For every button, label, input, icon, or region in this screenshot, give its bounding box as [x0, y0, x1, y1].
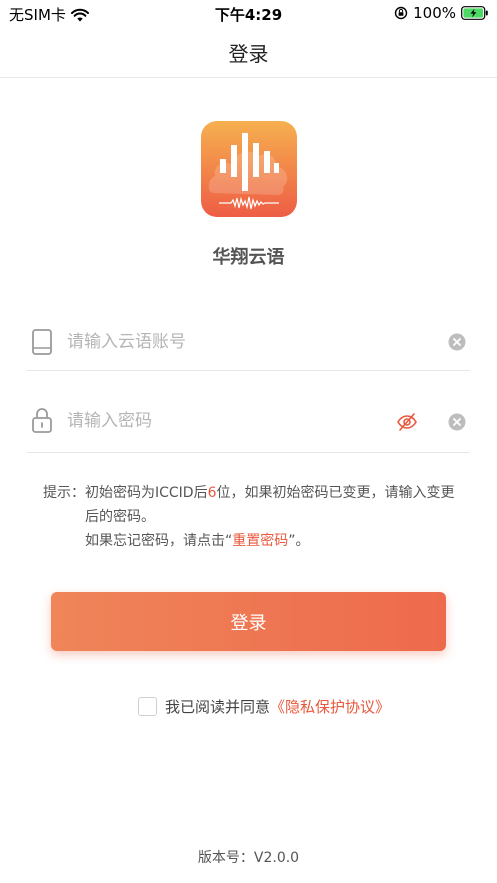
battery-percent: 100%	[413, 4, 456, 22]
agreement-checkbox[interactable]	[138, 697, 157, 716]
hint-line-1: 初始密码为ICCID后6位，如果初始密码已变更，请输入变更后的密码。	[85, 481, 455, 529]
account-field	[27, 302, 470, 371]
lock-icon	[32, 408, 52, 433]
hint-label: 提示：	[43, 485, 85, 501]
nav-title: 登录	[228, 42, 269, 66]
eye-slash-icon[interactable]	[396, 412, 418, 432]
clear-icon[interactable]	[448, 333, 466, 351]
password-field	[27, 381, 470, 453]
agreement-row: 我已阅读并同意 《隐私保护协议》	[138, 696, 390, 717]
app-logo	[201, 121, 297, 217]
hint-line-2: 如果忘记密码，请点击“重置密码”。	[85, 529, 455, 553]
hint-body: 初始密码为ICCID后6位，如果初始密码已变更，请输入变更后的密码。 如果忘记密…	[85, 481, 455, 553]
hint-text: 初始密码为ICCID后	[85, 485, 208, 501]
login-page: 无SIM卡 下午4:29 100% 登录 华翔云语 请输入云语账号 提示： 初始…	[0, 0, 497, 883]
clear-icon[interactable]	[448, 413, 466, 431]
version-label: 版本号：V2.0.0	[197, 850, 300, 866]
hint-text: ”。	[288, 533, 310, 549]
hint-text: 如果忘记密码，请点击“	[85, 533, 233, 549]
battery-charging-icon	[461, 6, 488, 20]
app-name: 华翔云语	[212, 247, 285, 268]
orientation-lock-icon	[394, 6, 408, 20]
app-logo-icon	[201, 121, 297, 217]
hint-number: 6	[207, 485, 217, 501]
nav-bar: 登录	[0, 26, 497, 78]
account-input[interactable]	[67, 327, 397, 357]
password-input[interactable]	[67, 406, 397, 436]
status-right: 100%	[394, 4, 489, 22]
privacy-policy-link[interactable]: 《隐私保护协议》	[270, 696, 390, 717]
status-bar: 无SIM卡 下午4:29 100%	[0, 0, 497, 26]
reset-password-link[interactable]: 重置密码	[232, 533, 288, 549]
phone-icon	[32, 329, 52, 355]
login-button[interactable]: 登录	[51, 592, 446, 651]
agreement-text: 我已阅读并同意	[165, 698, 271, 716]
